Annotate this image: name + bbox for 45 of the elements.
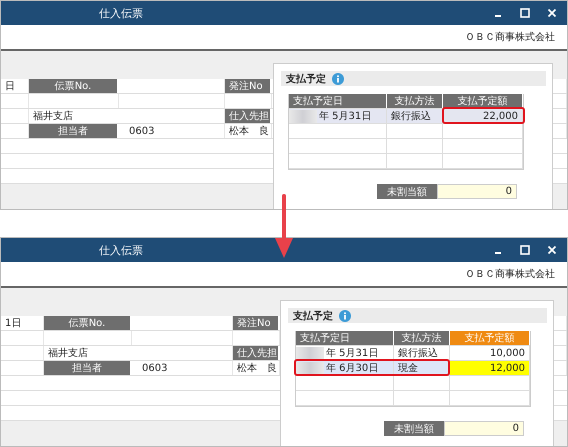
table-cell: 銀行振込 bbox=[387, 109, 443, 123]
field-label: 担当者 bbox=[44, 361, 132, 375]
blurred-text bbox=[289, 110, 317, 122]
contact-name-text: 松本 良 bbox=[225, 124, 272, 138]
blurred-text bbox=[296, 362, 324, 374]
window-title: 仕入伝票 bbox=[99, 242, 143, 258]
table-cell[interactable]: 10,000 bbox=[450, 346, 530, 360]
close-icon[interactable] bbox=[547, 245, 557, 255]
down-arrow bbox=[275, 194, 293, 258]
company-name: ＯＢＣ商事株式会社 bbox=[465, 30, 555, 44]
column-header: 支払方法 bbox=[387, 94, 443, 108]
field-label: 発注No bbox=[225, 79, 272, 93]
unallocated-amount-field: 0 bbox=[437, 184, 517, 199]
table-cell[interactable]: 22,000 bbox=[443, 109, 523, 123]
column-header: 支払予定日 bbox=[296, 331, 394, 345]
field-label: 仕入先担 bbox=[225, 109, 272, 123]
column-header: 支払予定額 bbox=[443, 94, 523, 108]
date-text: 年 6月30日 bbox=[326, 362, 378, 375]
panel-title: 支払予定 bbox=[293, 309, 333, 322]
table-cell[interactable]: 12,000 bbox=[450, 361, 530, 375]
field-label: 担当者 bbox=[29, 124, 119, 138]
unallocated-amount-field: 0 bbox=[444, 421, 524, 436]
field-label: 伝票No. bbox=[29, 79, 119, 93]
blurred-text bbox=[296, 346, 324, 360]
table-cell: 銀行振込 bbox=[394, 346, 450, 360]
staff-code-text: 0603 bbox=[132, 361, 233, 375]
staff-code-text: 0603 bbox=[119, 124, 225, 138]
column-header: 支払予定額 bbox=[450, 331, 530, 345]
company-name: ＯＢＣ商事株式会社 bbox=[465, 268, 555, 281]
field-label: 仕入先担 bbox=[233, 346, 280, 360]
field-label: 未割当額 bbox=[377, 184, 437, 199]
column-header: 支払予定日 bbox=[289, 94, 387, 108]
panel-title: 支払予定 bbox=[286, 72, 326, 86]
field-label: 伝票No. bbox=[44, 316, 132, 330]
close-icon[interactable] bbox=[547, 8, 557, 18]
window-title: 仕入伝票 bbox=[99, 6, 143, 20]
field-label: 発注No bbox=[233, 316, 280, 330]
table-cell: 現金 bbox=[394, 361, 450, 375]
date-text: 年 5月31日 bbox=[319, 110, 372, 123]
field-label: 未割当額 bbox=[384, 421, 444, 436]
maximize-icon[interactable] bbox=[520, 245, 530, 255]
info-icon[interactable] bbox=[332, 72, 344, 84]
info-icon[interactable] bbox=[339, 310, 351, 322]
date-text: 年 5月31日 bbox=[326, 347, 378, 360]
maximize-icon[interactable] bbox=[520, 8, 530, 18]
